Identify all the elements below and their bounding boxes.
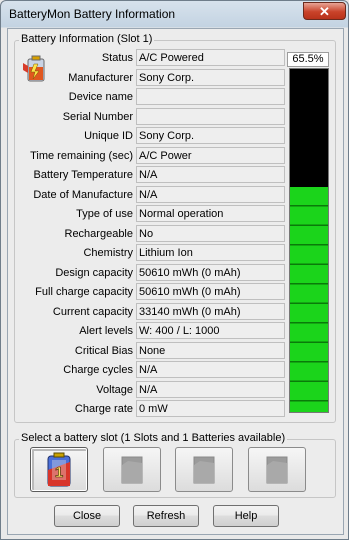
slot-select-legend: Select a battery slot (1 Slots and 1 Bat… <box>19 432 288 444</box>
info-row: Charge cycles N/A <box>6 361 285 379</box>
field-label: Full charge capacity <box>35 286 133 298</box>
field-value[interactable]: N/A <box>136 185 285 203</box>
info-row: Battery Temperature N/A <box>6 166 285 184</box>
info-row: Design capacity 50610 mWh (0 mAh) <box>6 263 285 282</box>
field-label: Current capacity <box>52 305 133 318</box>
field-label: Charge rate <box>74 403 133 415</box>
field-value[interactable]: None <box>136 341 285 359</box>
close-button[interactable]: Close <box>54 505 120 527</box>
field-label: Unique ID <box>84 130 133 142</box>
field-value[interactable]: N/A <box>136 166 285 183</box>
svg-text:1: 1 <box>55 464 63 481</box>
field-label: Device name <box>68 91 133 103</box>
field-label: Alert levels <box>79 325 133 337</box>
field-label: Type of use <box>76 208 133 220</box>
info-row: Manufacturer Sony Corp. <box>6 68 285 87</box>
field-value[interactable]: Sony Corp. <box>136 127 285 144</box>
info-row: Device name <box>6 88 285 106</box>
info-row: Chemistry Lithium Ion <box>6 244 285 262</box>
charge-level-fill <box>290 187 328 412</box>
refresh-button[interactable]: Refresh <box>133 505 199 527</box>
field-value[interactable]: A/C Powered <box>136 49 285 66</box>
field-label: Date of Manufacture <box>33 188 133 201</box>
field-value[interactable]: N/A <box>136 361 285 378</box>
info-row: Full charge capacity 50610 mWh (0 mAh) <box>6 283 285 301</box>
info-row: Type of use Normal operation <box>6 205 285 223</box>
field-label: Charge cycles <box>63 364 133 376</box>
battery-slot-3-button[interactable] <box>175 447 233 492</box>
title-bar[interactable]: BatteryMon Battery Information ✕ <box>1 1 349 28</box>
battery-slot-1-button[interactable]: 1 <box>30 447 88 492</box>
info-row: Serial Number <box>6 107 285 126</box>
field-value[interactable] <box>136 88 285 105</box>
field-value[interactable]: Lithium Ion <box>136 244 285 261</box>
field-value[interactable]: Normal operation <box>136 205 285 222</box>
info-row: Voltage N/A <box>6 380 285 399</box>
field-value[interactable]: 50610 mWh (0 mAh) <box>136 283 285 300</box>
field-label: Voltage <box>96 383 133 396</box>
window-close-button[interactable]: ✕ <box>303 2 346 20</box>
field-value[interactable]: A/C Power <box>136 146 285 164</box>
help-button[interactable]: Help <box>213 505 279 527</box>
field-value[interactable]: 0 mW <box>136 400 285 417</box>
field-label: Chemistry <box>83 247 133 259</box>
window-title: BatteryMon Battery Information <box>9 7 176 21</box>
info-row: Date of Manufacture N/A <box>6 185 285 204</box>
empty-slot-icon <box>266 456 288 483</box>
field-label: Design capacity <box>55 266 133 279</box>
info-row: Charge rate 0 mW <box>6 400 285 418</box>
info-row: Time remaining (sec) A/C Power <box>6 146 285 165</box>
field-value[interactable]: W: 400 / L: 1000 <box>136 322 285 339</box>
empty-slot-icon <box>193 456 215 483</box>
empty-slot-icon <box>121 456 143 483</box>
charge-percent: 65.5% <box>287 52 329 67</box>
battery-slot-2-button[interactable] <box>103 447 161 492</box>
charge-level-gauge <box>289 68 329 413</box>
field-value[interactable]: 33140 mWh (0 mAh) <box>136 302 285 320</box>
field-value[interactable]: 50610 mWh (0 mAh) <box>136 263 285 281</box>
field-label: Manufacturer <box>68 71 133 84</box>
field-value[interactable]: N/A <box>136 380 285 398</box>
field-label: Battery Temperature <box>33 169 133 181</box>
info-row: Unique ID Sony Corp. <box>6 127 285 145</box>
field-label: Serial Number <box>62 110 133 123</box>
info-row: Alert levels W: 400 / L: 1000 <box>6 322 285 340</box>
info-row: Current capacity 33140 mWh (0 mAh) <box>6 302 285 321</box>
field-value[interactable] <box>136 107 285 125</box>
battery-info-legend: Battery Information (Slot 1) <box>19 33 155 45</box>
battery-info-window: BatteryMon Battery Information ✕ Battery… <box>0 0 349 540</box>
field-value[interactable]: Sony Corp. <box>136 68 285 86</box>
info-row: Critical Bias None <box>6 341 285 360</box>
info-row: Status A/C Powered <box>6 49 285 67</box>
battery-slot-1-icon: 1 <box>47 452 71 486</box>
field-value[interactable]: No <box>136 224 285 242</box>
field-label: Time remaining (sec) <box>30 149 133 162</box>
field-label: Status <box>101 52 133 64</box>
info-row: Rechargeable No <box>6 224 285 243</box>
battery-slot-4-button[interactable] <box>248 447 306 492</box>
field-label: Critical Bias <box>74 344 133 357</box>
field-label: Rechargeable <box>64 227 134 240</box>
